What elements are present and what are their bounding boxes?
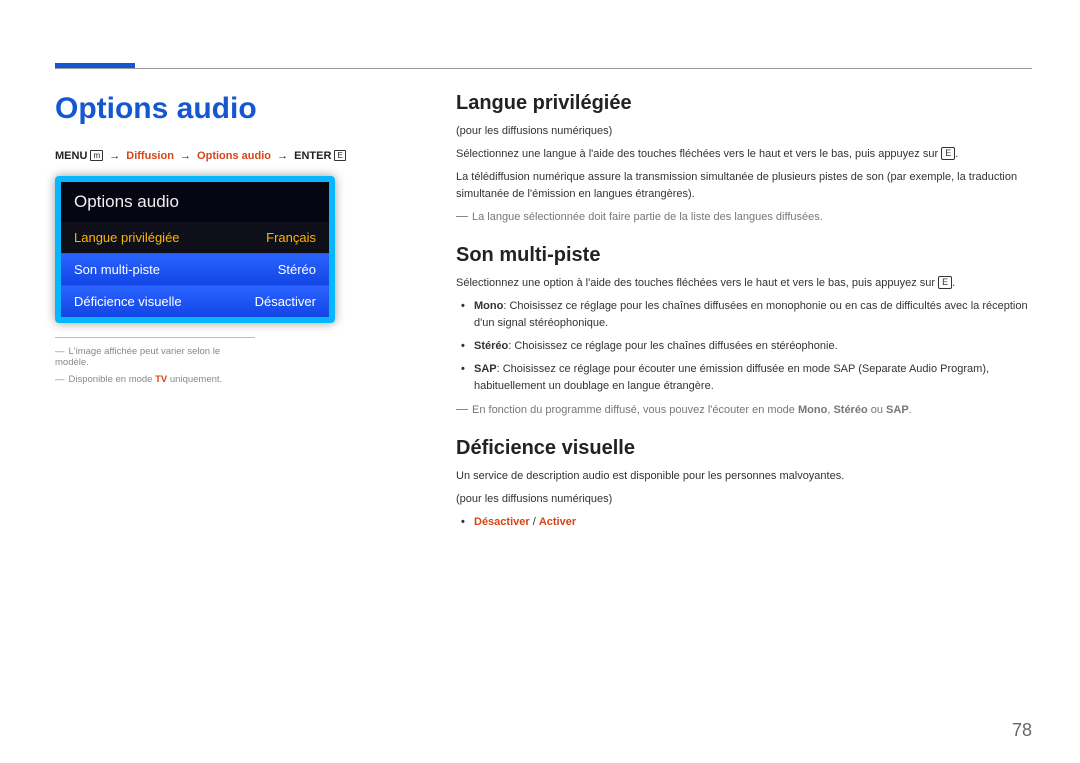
deficience-p1: Un service de description audio est disp… <box>456 468 1032 485</box>
arrow-icon: → <box>109 150 120 162</box>
osd-row-son[interactable]: Son multi-piste Stéréo <box>61 253 329 285</box>
son-note: En fonction du programme diffusé, vous p… <box>456 402 1032 419</box>
son-p1: Sélectionnez une option à l'aide des tou… <box>456 275 1032 292</box>
deficience-bullets: Désactiver / Activer <box>456 514 1032 531</box>
horizontal-rule <box>55 68 1032 69</box>
heading-langue: Langue privilégiée <box>456 92 1032 115</box>
osd-row-value: Stéréo <box>278 262 316 277</box>
breadcrumb-enter: ENTER <box>294 150 331 162</box>
osd-row-label: Déficience visuelle <box>74 294 182 309</box>
enter-icon: E <box>938 276 952 289</box>
footnote-tv-b: TV <box>155 374 167 385</box>
osd-row-value: Désactiver <box>255 294 316 309</box>
langue-p3: La télédiffusion numérique assure la tra… <box>456 169 1032 203</box>
langue-p2: Sélectionnez une langue à l'aide des tou… <box>456 146 1032 163</box>
left-column: Options audio MENU m → Diffusion → Optio… <box>55 92 420 537</box>
langue-sub: (pour les diffusions numériques) <box>456 123 1032 140</box>
enter-icon: E <box>334 150 345 161</box>
deficience-p2: (pour les diffusions numériques) <box>456 491 1032 508</box>
arrow-icon: → <box>277 150 288 162</box>
son-bullets: Mono: Choisissez ce réglage pour les cha… <box>456 298 1032 395</box>
heading-deficience: Déficience visuelle <box>456 437 1032 460</box>
osd-row-value: Français <box>266 230 316 245</box>
osd-row-label: Langue privilégiée <box>74 230 180 245</box>
breadcrumb-menu: MENU <box>55 150 87 162</box>
footnote-tv-c: uniquement. <box>167 374 222 385</box>
enter-icon: E <box>941 147 955 160</box>
langue-note: La langue sélectionnée doit faire partie… <box>456 209 1032 226</box>
breadcrumb-diffusion: Diffusion <box>126 150 174 162</box>
osd-title: Options audio <box>61 182 329 222</box>
page-title: Options audio <box>55 92 420 126</box>
bullet-mono: Mono: Choisissez ce réglage pour les cha… <box>474 298 1032 332</box>
bullet-sap: SAP: Choisissez ce réglage pour écouter … <box>474 361 1032 395</box>
osd-panel: Options audio Langue privilégiée Françai… <box>55 176 335 323</box>
page-number: 78 <box>1012 720 1032 741</box>
bullet-desactiver-activer: Désactiver / Activer <box>474 514 1032 531</box>
footnote-tv-a: Disponible en mode <box>69 374 156 385</box>
breadcrumb: MENU m → Diffusion → Options audio → ENT… <box>55 150 420 162</box>
breadcrumb-options-audio: Options audio <box>197 150 271 162</box>
footnote-image-varies: L'image affichée peut varier selon le mo… <box>55 346 220 368</box>
left-footnotes: ―L'image affichée peut varier selon le m… <box>55 337 255 385</box>
arrow-icon: → <box>180 150 191 162</box>
heading-son: Son multi-piste <box>456 244 1032 267</box>
bullet-stereo: Stéréo: Choisissez ce réglage pour les c… <box>474 338 1032 355</box>
right-column: Langue privilégiée (pour les diffusions … <box>456 92 1032 537</box>
menu-icon: m <box>90 150 103 161</box>
osd-row-langue[interactable]: Langue privilégiée Français <box>61 222 329 253</box>
osd-row-label: Son multi-piste <box>74 262 160 277</box>
osd-row-deficience[interactable]: Déficience visuelle Désactiver <box>61 285 329 317</box>
